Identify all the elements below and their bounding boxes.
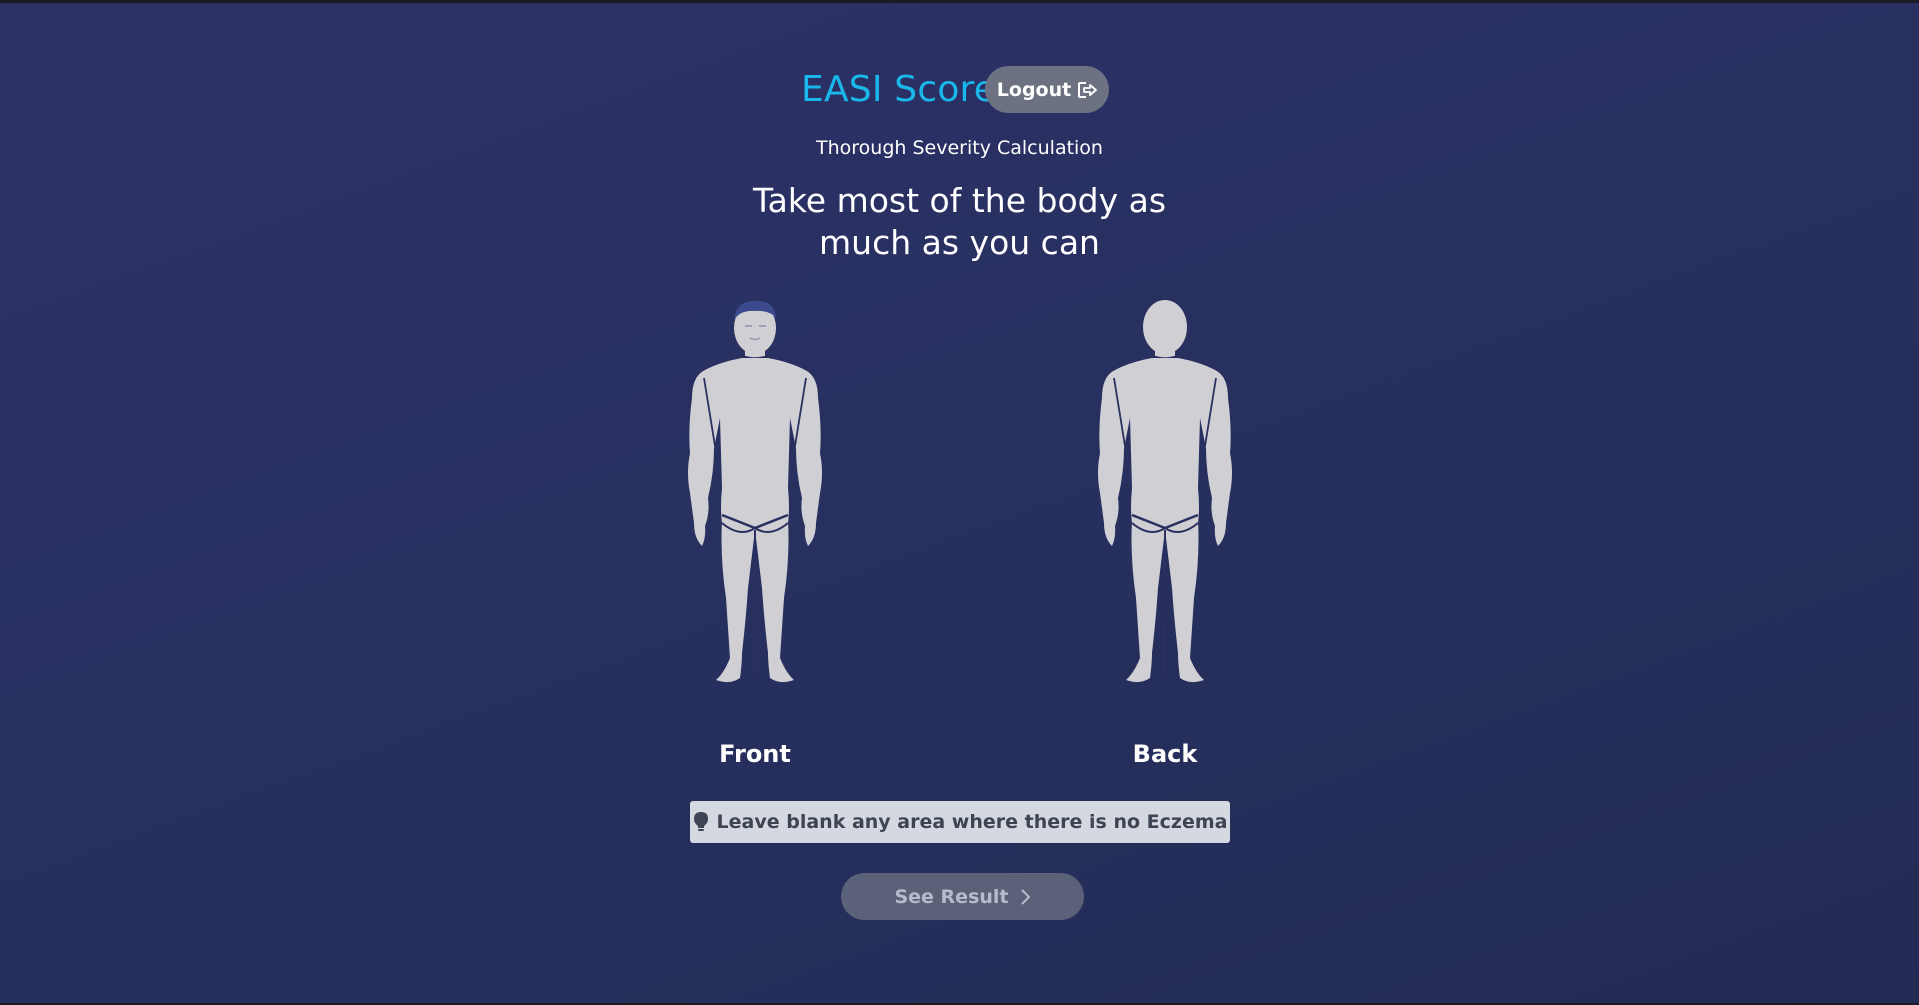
body-front-icon — [688, 300, 822, 683]
instruction-line-1: Take most of the body as — [752, 181, 1167, 220]
logout-button[interactable]: Logout — [985, 66, 1109, 113]
header: EASI Score Logout — [0, 64, 1919, 116]
front-label: Front — [719, 740, 791, 768]
body-back-icon — [1098, 300, 1232, 683]
back-label: Back — [1132, 740, 1198, 768]
subtitle: Thorough Severity Calculation — [816, 137, 1103, 159]
see-result-label: See Result — [894, 885, 1009, 908]
see-result-button[interactable]: See Result — [841, 873, 1084, 920]
window-top-border — [0, 0, 1919, 3]
chevron-right-icon — [1019, 888, 1031, 906]
instruction-heading: Take most of the body as much as you can — [0, 180, 1919, 264]
instruction-line-2: much as you can — [819, 223, 1100, 262]
tip-banner: Leave blank any area where there is no E… — [690, 801, 1230, 843]
app-title: EASI Score — [801, 69, 997, 110]
body-front-figure[interactable] — [680, 298, 830, 698]
logout-icon — [1077, 81, 1098, 99]
body-back-figure[interactable] — [1090, 298, 1240, 698]
tip-text: Leave blank any area where there is no E… — [716, 811, 1228, 833]
lightbulb-icon — [693, 811, 709, 833]
logout-label: Logout — [996, 78, 1072, 101]
